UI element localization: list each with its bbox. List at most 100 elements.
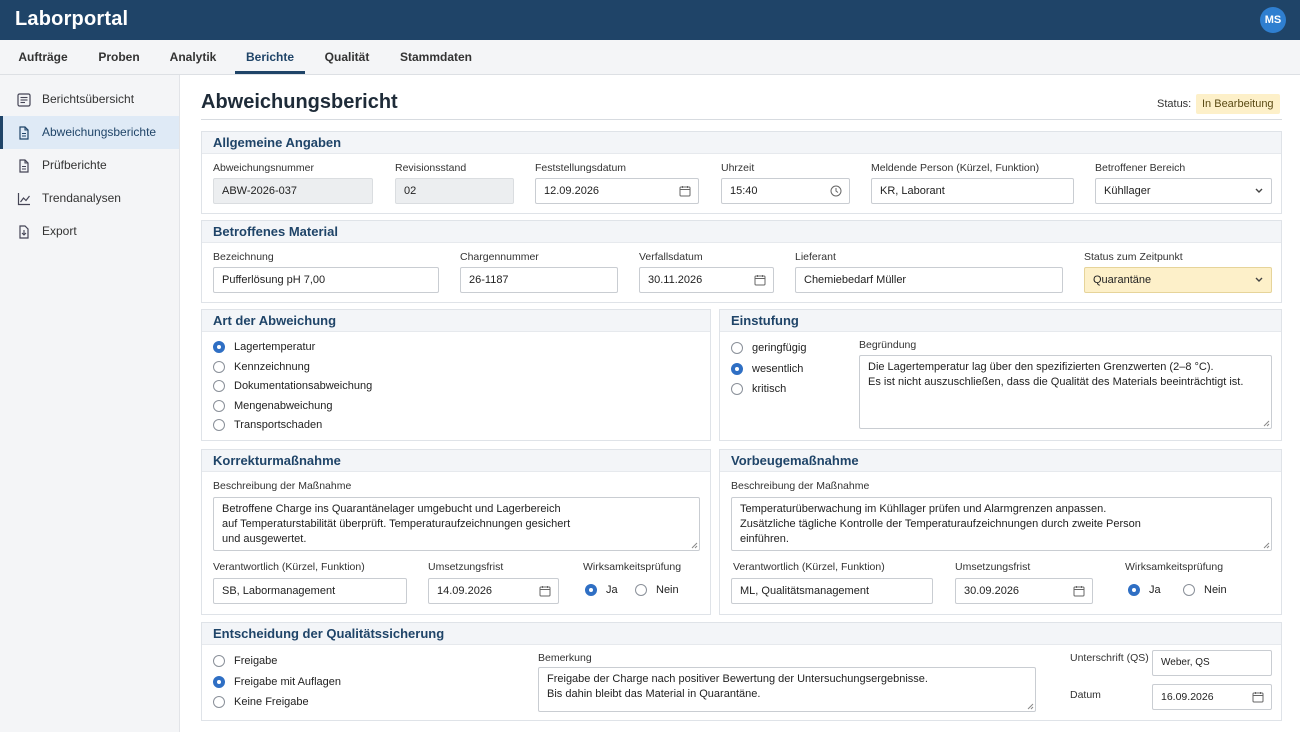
uhrzeit-input[interactable]: 15:40 [721,178,850,204]
radio-dot [213,419,225,431]
calendar-icon[interactable] [1252,691,1264,703]
radio-label: Transportschaden [234,419,323,431]
radio-geringfuegig[interactable]: geringfügig [731,340,806,356]
bezeichnung-input[interactable]: Pufferlösung pH 7,00 [213,267,439,293]
tab-analytik[interactable]: Analytik [160,40,226,74]
sidebar-item-label: Abweichungsberichte [42,125,157,139]
radio-label: geringfügig [752,342,807,354]
chevron-down-icon [1255,277,1263,282]
resize-grip-icon[interactable] [1027,703,1034,710]
abweichungsnummer-field: ABW-2026-037 [213,178,373,204]
korrektur-wirksamkeit-nein[interactable]: Nein [635,582,679,598]
radio-label: Nein [1204,584,1227,596]
radio-freigabe-mit-auflagen[interactable]: Freigabe mit Auflagen [213,674,341,690]
radio-dot [213,676,225,688]
feststellungsdatum-label: Feststellungsdatum [535,162,627,174]
verfallsdatum-input[interactable]: 30.11.2026 [639,267,774,293]
betroffener-bereich-select[interactable]: Kühllager [1095,178,1272,204]
radio-wesentlich[interactable]: wesentlich [731,361,803,377]
user-avatar[interactable]: MS [1260,7,1286,33]
radio-kritisch[interactable]: kritisch [731,381,786,397]
radio-lagertemperatur[interactable]: Lagertemperatur [213,339,315,355]
radio-transportschaden[interactable]: Transportschaden [213,417,322,433]
clock-icon[interactable] [830,185,842,197]
korrektur-verantwortlich-label: Verantwortlich (Kürzel, Funktion) [213,561,365,573]
top-bar: Laborportal MS [0,0,1300,40]
korrektur-frist-input[interactable]: 14.09.2026 [428,578,559,604]
korrektur-beschreibung-textarea[interactable]: Betroffene Charge ins Quarantänelager um… [213,497,700,551]
radio-dokumentationsabweichung[interactable]: Dokumentationsabweichung [213,378,372,394]
lieferant-input[interactable]: Chemiebedarf Müller [795,267,1063,293]
feststellungsdatum-input[interactable]: 12.09.2026 [535,178,699,204]
section-heading: Art der Abweichung [202,310,710,332]
tab-berichte[interactable]: Berichte [235,40,305,74]
document-icon [19,126,29,140]
sidebar-item-berichtsuebersicht[interactable]: Berichtsübersicht [0,83,179,116]
chart-icon [17,193,30,206]
textarea-line: Es ist nicht auszuschließen, dass die Qu… [868,376,1244,388]
lieferant-label: Lieferant [795,251,836,263]
unterschrift-input[interactable]: Weber, QS [1152,650,1272,676]
begruendung-textarea[interactable]: Die Lagertemperatur lag über den spezifi… [859,355,1272,429]
sidebar-item-trendanalysen[interactable]: Trendanalysen [0,182,179,215]
sidebar-item-label: Trendanalysen [42,191,121,205]
meldende-person-input[interactable]: KR, Laborant [871,178,1074,204]
vorbeugung-wirksamkeit-nein[interactable]: Nein [1183,582,1227,598]
vorbeugung-verantwortlich-input[interactable]: ML, Qualitätsmanagement [731,578,933,604]
page-title: Abweichungsbericht [201,91,398,113]
sidebar-item-pruefberichte[interactable]: Prüfberichte [0,149,179,182]
chargennummer-input[interactable]: 26-1187 [460,267,618,293]
radio-kennzeichnung[interactable]: Kennzeichnung [213,359,310,375]
document-icon [19,159,29,173]
radio-keine-freigabe[interactable]: Keine Freigabe [213,694,309,710]
textarea-line: und ausgewertet. [222,533,307,545]
korrektur-frist-value: 14.09.2026 [437,585,493,597]
calendar-icon[interactable] [1073,585,1085,597]
calendar-icon[interactable] [754,274,766,286]
tab-auftraege[interactable]: Aufträge [8,40,78,74]
section-heading: Einstufung [720,310,1281,332]
textarea-line: Die Lagertemperatur lag über den spezifi… [868,361,1214,373]
section-heading: Betroffenes Material [202,221,1281,243]
vorbeugung-wirksamkeit-ja[interactable]: Ja [1128,582,1161,598]
entscheidung-datum-input[interactable]: 16.09.2026 [1152,684,1272,710]
tab-qualitaet[interactable]: Qualität [316,40,378,74]
sidebar-item-export[interactable]: Export [0,215,179,248]
korrektur-wirksamkeit-ja[interactable]: Ja [585,582,618,598]
status-zeitpunkt-select[interactable]: Quarantäne [1084,267,1272,293]
textarea-line: Zusätzliche tägliche Kontrolle der Tempe… [740,518,1141,530]
main-nav: Aufträge Proben Analytik Berichte Qualit… [0,40,1300,75]
sidebar-item-label: Berichtsübersicht [42,92,135,106]
section-entscheidung-qs: Entscheidung der Qualitätssicherung Frei… [201,622,1282,721]
calendar-icon[interactable] [679,185,691,197]
revisionsstand-field: 02 [395,178,514,204]
tab-proben[interactable]: Proben [90,40,148,74]
radio-label: Dokumentationsabweichung [234,380,373,392]
radio-dot [585,584,597,596]
vorbeugung-beschreibung-textarea[interactable]: Temperaturüberwachung im Kühllager prüfe… [731,497,1272,551]
section-korrekturmassnahme: Korrekturmaßnahme Beschreibung der Maßna… [201,449,711,615]
resize-grip-icon[interactable] [1263,542,1270,549]
sidebar-item-abweichungsberichte[interactable]: Abweichungsberichte [0,116,179,149]
sidebar: Berichtsübersicht Abweichungsberichte Pr… [0,75,180,732]
calendar-icon[interactable] [539,585,551,597]
resize-grip-icon[interactable] [1263,420,1270,427]
radio-freigabe[interactable]: Freigabe [213,653,277,669]
section-heading: Entscheidung der Qualitätssicherung [202,623,1281,645]
bemerkung-textarea[interactable]: Freigabe der Charge nach positiver Bewer… [538,667,1036,712]
resize-grip-icon[interactable] [691,542,698,549]
radio-label: Freigabe [234,655,278,667]
korrektur-verantwortlich-input[interactable]: SB, Labormanagement [213,578,407,604]
radio-label: Freigabe mit Auflagen [234,676,342,688]
section-allgemeine-angaben: Allgemeine Angaben Abweichungsnummer ABW… [201,131,1282,214]
app-logo[interactable]: Laborportal [15,8,128,31]
textarea-line: Betroffene Charge ins Quarantänelager um… [222,503,561,515]
status-zeitpunkt-label: Status zum Zeitpunkt [1084,251,1183,263]
verfallsdatum-label: Verfallsdatum [639,251,703,263]
radio-mengenabweichung[interactable]: Mengenabweichung [213,398,332,414]
radio-label: wesentlich [752,363,804,375]
main-content: Abweichungsbericht Status: In Bearbeitun… [180,75,1300,732]
vorbeugung-frist-input[interactable]: 30.09.2026 [955,578,1093,604]
revisionsstand-label: Revisionsstand [395,162,467,174]
tab-stammdaten[interactable]: Stammdaten [392,40,480,74]
